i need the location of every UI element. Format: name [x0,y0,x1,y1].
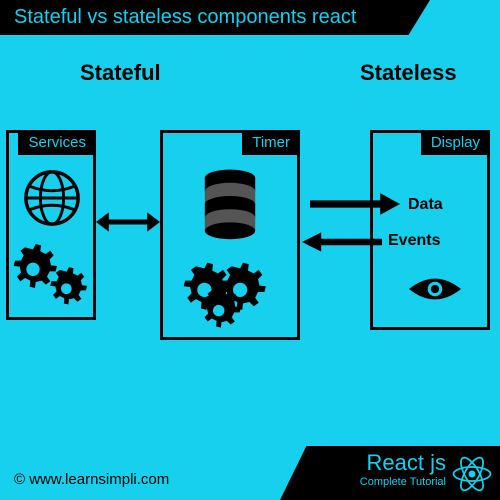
database-icon [199,169,261,247]
services-box: Services [6,130,96,320]
services-label: Services [18,130,96,155]
page-title-banner: Stateful vs stateless components react [0,0,430,35]
footer-brand: React js [280,450,446,476]
footer: © www.learnsimpli.com React js Complete … [0,446,500,500]
display-label: Display [421,130,490,155]
display-box: Display [370,130,490,330]
eye-icon [409,271,461,307]
footer-subtitle: Complete Tutorial [280,476,446,488]
footer-banner: React js Complete Tutorial [280,446,500,500]
bidirectional-arrow-icon [96,205,160,239]
gears-icon [183,257,283,337]
globe-icon [23,169,81,227]
stateful-heading: Stateful [80,60,161,86]
timer-box: Timer [160,130,300,340]
react-logo-icon [450,452,494,496]
copyright-text: © www.learnsimpli.com [14,471,169,488]
stateless-heading: Stateless [360,60,457,86]
gears-icon [13,241,93,311]
page-title: Stateful vs stateless components react [14,6,356,28]
timer-label: Timer [242,130,300,155]
